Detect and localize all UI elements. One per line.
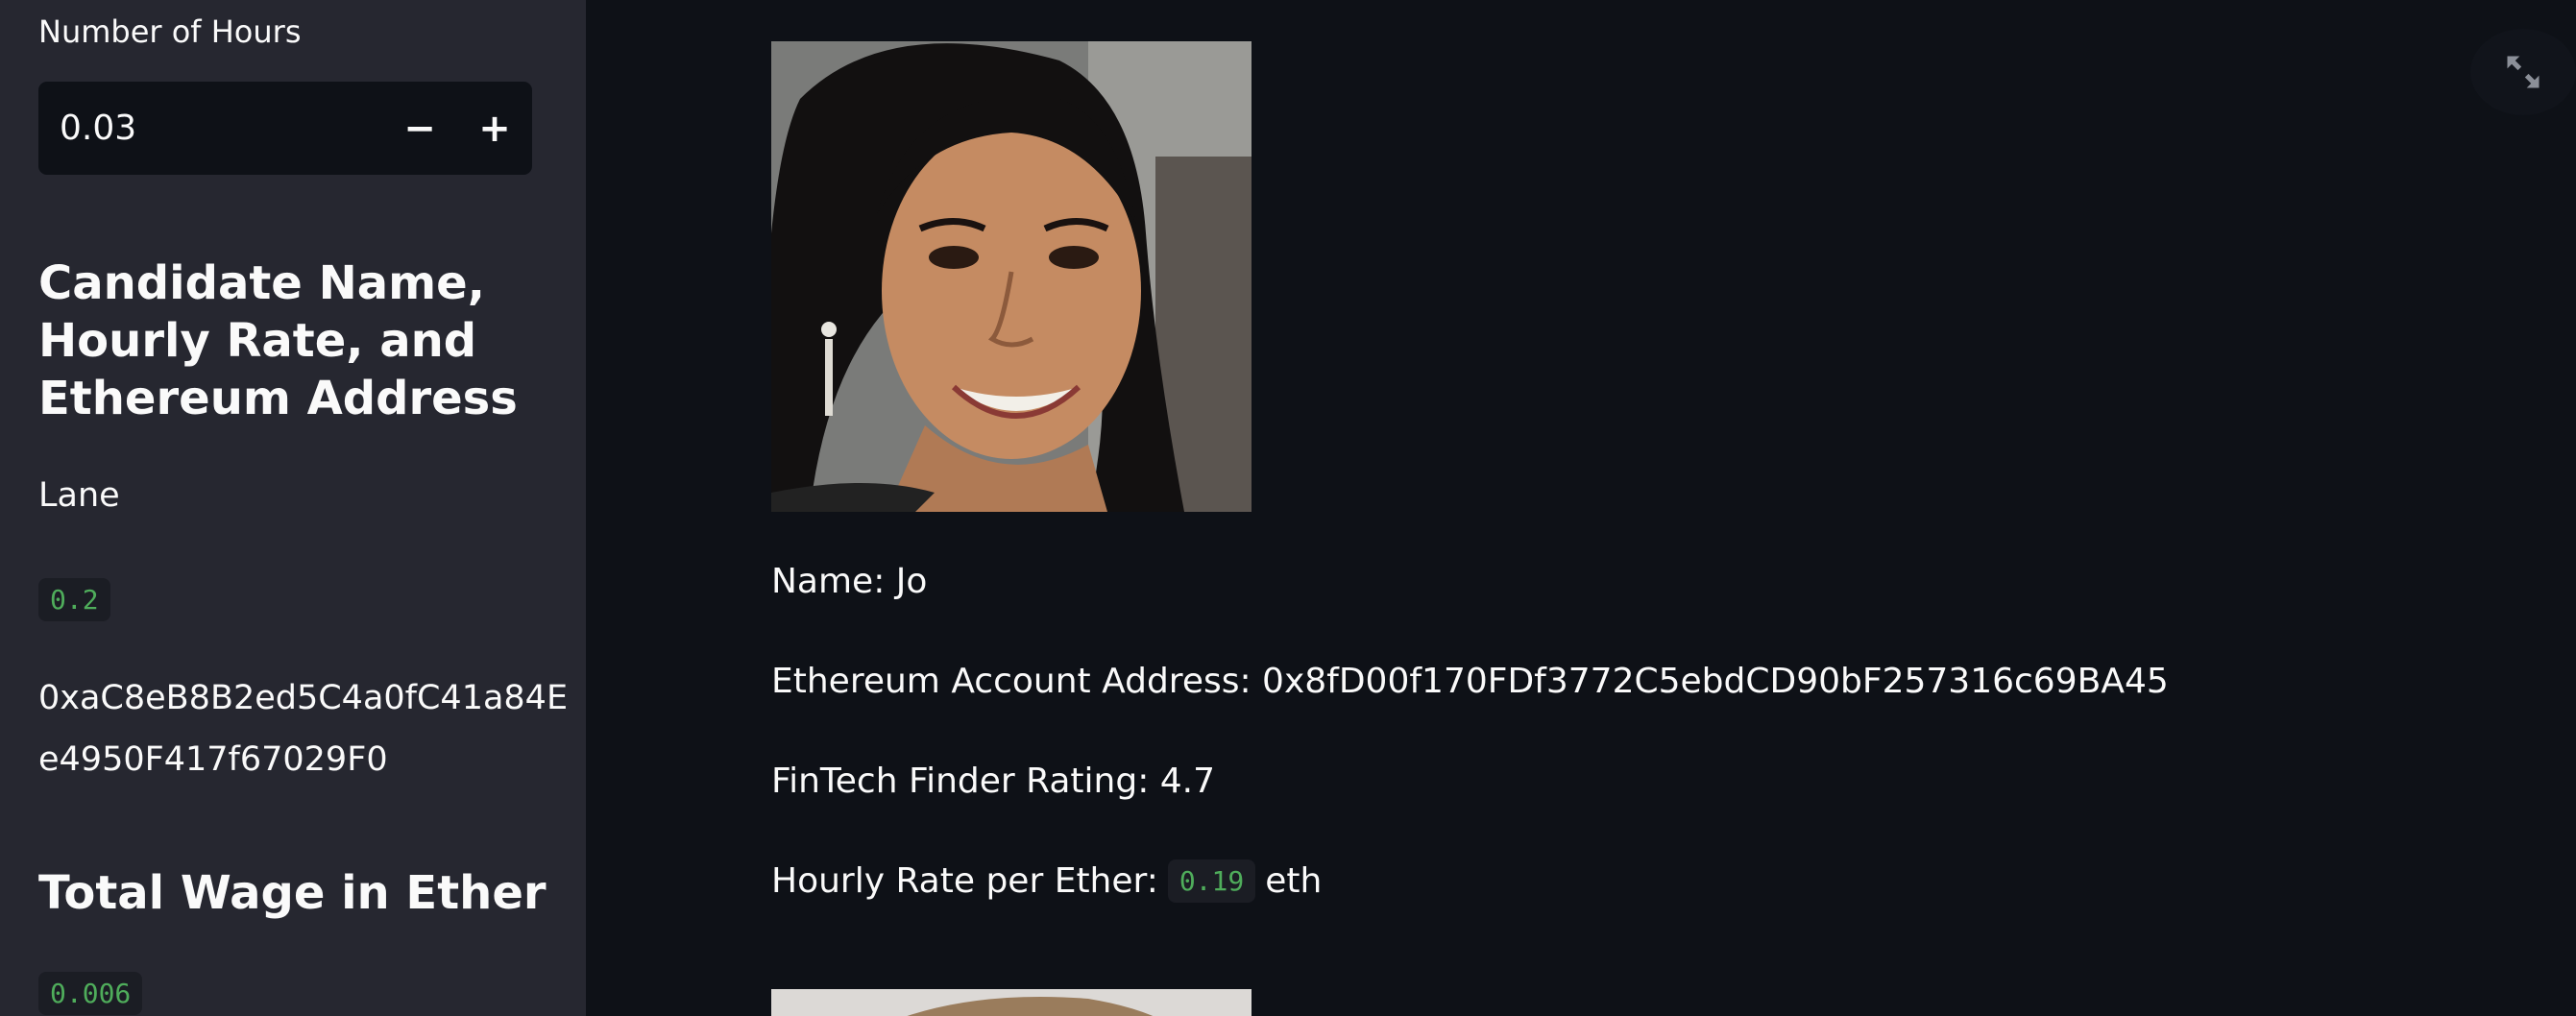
candidate-address-line2: e4950F417f67029F0 bbox=[38, 740, 388, 779]
increment-button[interactable]: + bbox=[457, 82, 532, 175]
rate-unit: eth bbox=[1265, 861, 1323, 901]
candidate-address-line1: 0xaC8eB8B2ed5C4a0fC41a84E bbox=[38, 679, 569, 717]
portrait-image bbox=[771, 41, 1252, 512]
fullscreen-button[interactable] bbox=[2470, 29, 2576, 115]
hours-number-input[interactable]: 0.03 − + bbox=[38, 82, 532, 175]
candidate-heading: Candidate Name, Hourly Rate, and Ethereu… bbox=[38, 256, 518, 425]
expand-arrows-icon bbox=[2507, 56, 2540, 88]
candidate-rate-value: 0.2 bbox=[38, 578, 110, 621]
wage-heading: Total Wage in Ether bbox=[38, 866, 547, 920]
candidate-photo bbox=[771, 41, 1252, 512]
hours-input-value[interactable]: 0.03 bbox=[38, 109, 382, 148]
main-content: Name: Jo Ethereum Account Address: 0x8fD… bbox=[586, 0, 2576, 1016]
app-root: Number of Hours 0.03 − + Candidate Name,… bbox=[0, 0, 2576, 1016]
sidebar: Number of Hours 0.03 − + Candidate Name,… bbox=[0, 0, 586, 1016]
rate-value: 0.19 bbox=[1167, 859, 1256, 903]
candidate-card-address: Ethereum Account Address: 0x8fD00f170FDf… bbox=[771, 662, 2169, 701]
candidate-card-name: Name: Jo bbox=[771, 562, 928, 601]
candidate-card-rating: FinTech Finder Rating: 4.7 bbox=[771, 762, 1216, 801]
candidate-name: Lane bbox=[38, 476, 120, 515]
hours-label: Number of Hours bbox=[38, 13, 302, 50]
candidate-card-rate-row: Hourly Rate per Ether: 0.19 eth bbox=[771, 859, 1322, 903]
next-candidate-photo bbox=[771, 989, 1252, 1016]
decrement-button[interactable]: − bbox=[382, 82, 457, 175]
rate-label: Hourly Rate per Ether: bbox=[771, 861, 1158, 901]
wage-value: 0.006 bbox=[38, 972, 143, 1015]
candidate-rate-chip: 0.2 bbox=[38, 578, 110, 621]
portrait-image-partial bbox=[771, 989, 1252, 1016]
wage-chip: 0.006 bbox=[38, 972, 143, 1015]
